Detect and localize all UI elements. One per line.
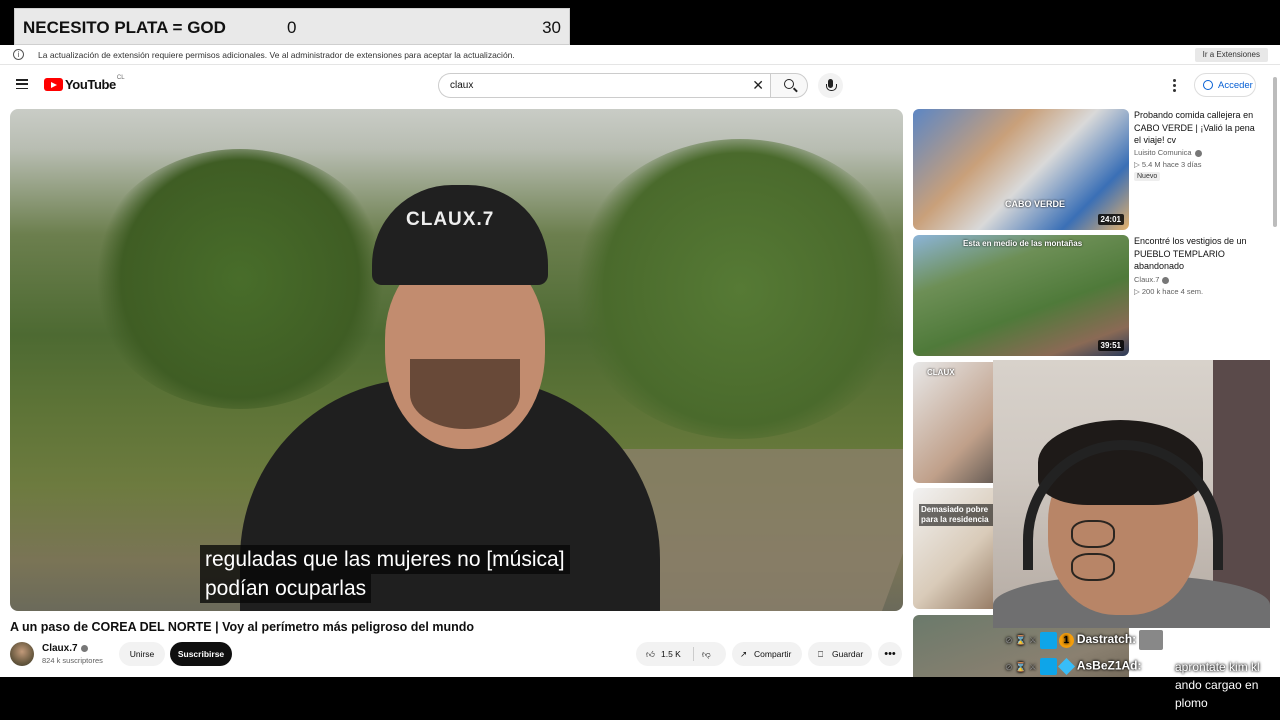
search-input[interactable]: claux ✕ (438, 73, 770, 98)
video-thumbnail[interactable]: Esta en medio de las montañas 39:51 (913, 235, 1129, 356)
scene-tree (90, 149, 390, 409)
chat-message: ⊘ ⌛ ⚔ AsBeZ1Ad: (1005, 658, 1142, 675)
chat-username: AsBeZ1Ad: (1076, 658, 1142, 673)
caption-line: reguladas que las mujeres no [música] (200, 545, 570, 574)
recommendation-title[interactable]: Probando comida callejera en CABO VERDE … (1134, 109, 1264, 147)
like-icon[interactable]: 👍︎ (646, 642, 655, 666)
settings-menu-icon[interactable] (1173, 79, 1176, 94)
recommendation-title[interactable]: Encontré los vestigios de un PUEBLO TEMP… (1134, 235, 1264, 273)
thumbnail-text: CLAUX (927, 368, 955, 377)
search-icon (784, 79, 794, 89)
youtube-header: YouTube CL claux ✕ Acceder (0, 65, 1280, 107)
recommendation-channel[interactable]: Claux.7 (1134, 275, 1170, 284)
account-icon (1203, 80, 1213, 90)
share-label: Compartir (754, 649, 792, 659)
tier-badge-icon: 1 (1058, 632, 1074, 648)
join-button[interactable]: Unirse (119, 642, 165, 666)
save-button[interactable]: ⎕ Guardar (808, 642, 872, 666)
recommendation-meta: ▷ 5.4 M hace 3 días (1134, 160, 1202, 169)
cap-logo-text: CLAUX.7 (406, 209, 495, 230)
video-player[interactable]: CLAUX.7 reguladas que las mujeres no [mú… (10, 109, 903, 611)
share-button[interactable]: ↗ Compartir (732, 642, 802, 666)
sword-badge-icon (1039, 658, 1057, 675)
streamer-webcam (993, 360, 1270, 628)
sword-badge-icon (1039, 631, 1057, 649)
logo-text: YouTube (65, 77, 116, 92)
youtube-logo[interactable]: YouTube CL (44, 74, 125, 92)
verified-icon (80, 644, 88, 652)
clear-search-icon[interactable]: ✕ (752, 77, 764, 94)
signin-button[interactable]: Acceder (1194, 73, 1256, 97)
streamer-glasses (1071, 520, 1181, 581)
video-title: A un paso de COREA DEL NORTE | Voy al pe… (10, 620, 474, 634)
goal-counter: NECESITO PLATA = GOD 0 30 (14, 8, 570, 45)
goal-current: 0 (287, 18, 297, 37)
subscriber-count: 824 k suscriptores (42, 656, 103, 665)
voice-search-icon[interactable] (818, 73, 843, 98)
scene-tree (570, 139, 903, 439)
signin-label: Acceder (1218, 80, 1253, 91)
goal-title: NECESITO PLATA = GOD (23, 18, 226, 37)
recommendation-channel-text[interactable]: Luisito Comunica (1134, 148, 1192, 157)
hamburger-menu-icon[interactable] (16, 79, 28, 90)
mod-badge-icons: ⊘ ⌛ ⚔ (1005, 661, 1037, 672)
thumbnail-text: Esta en medio de las montañas (963, 239, 1083, 248)
recommendation-meta: ▷ 200 k hace 4 sem. (1134, 287, 1204, 296)
go-to-extensions-button[interactable]: Ir a Extensiones (1194, 48, 1268, 62)
search-button[interactable] (770, 73, 808, 98)
recommendation-item[interactable]: 24:01 CABO VERDE Probando comida calleje… (913, 109, 1273, 234)
share-icon: ↗ (740, 649, 748, 659)
more-actions-button[interactable]: ••• (878, 642, 902, 666)
recommendation-item[interactable]: Esta en medio de las montañas 39:51 Enco… (913, 235, 1273, 360)
presenter-beard (410, 359, 520, 429)
duration-badge: 24:01 (1097, 214, 1124, 225)
caption-line: podían ocuparlas (200, 574, 372, 603)
extension-notice-bar: i La actualización de extensión requiere… (0, 45, 1280, 65)
video-captions: reguladas que las mujeres no [música] po… (200, 545, 570, 603)
search-query: claux (450, 80, 474, 91)
channel-avatar[interactable] (10, 642, 34, 666)
thumbnail-text: Demasiado pobre para la residencia (919, 504, 995, 526)
recommendation-channel[interactable]: Luisito Comunica (1134, 148, 1202, 157)
subscribe-button[interactable]: Suscribirse (170, 642, 232, 666)
duration-badge: 39:51 (1097, 340, 1124, 351)
info-icon: i (13, 49, 24, 60)
chat-message: ⊘ ⌛ ⚔ 1 Dastratch: (1005, 630, 1164, 650)
chat-message-text: aprontate kim kl ando cargao en plomo (1175, 660, 1260, 710)
divider (693, 647, 694, 661)
like-dislike-group: 👍︎ 1.5 K 👎︎ (636, 642, 726, 666)
presenter-cap (372, 185, 548, 285)
video-thumbnail[interactable]: 24:01 CABO VERDE (913, 109, 1129, 230)
cube-badge-icon (1057, 658, 1075, 675)
channel-name[interactable]: Claux.7 (42, 643, 88, 654)
like-count[interactable]: 1.5 K (661, 642, 681, 666)
youtube-play-icon (44, 78, 63, 91)
bookmark-icon: ⎕ (818, 649, 824, 659)
new-badge: Nuevo (1134, 172, 1161, 181)
thumbnail-text: CABO VERDE (1005, 199, 1066, 209)
verified-icon (1162, 276, 1170, 284)
page-scrollbar[interactable] (1273, 77, 1277, 227)
country-code: CL (116, 74, 125, 81)
verified-icon (1194, 149, 1202, 157)
dislike-icon[interactable]: 👎︎ (702, 642, 711, 666)
recommendation-channel-text[interactable]: Claux.7 (1134, 275, 1159, 284)
goal-target: 30 (542, 18, 561, 37)
stream-chat: ⊘ ⌛ ⚔ 1 Dastratch: ⊘ ⌛ ⚔ AsBeZ1Ad: aprontat… (995, 628, 1275, 720)
notice-text: La actualización de extensión requiere p… (38, 50, 515, 60)
channel-name-text[interactable]: Claux.7 (42, 643, 78, 654)
chat-emote-icon (1139, 630, 1164, 650)
save-label: Guardar (832, 649, 864, 659)
chat-username: Dastratch: (1076, 632, 1137, 647)
mod-badge-icons: ⊘ ⌛ ⚔ (1005, 635, 1037, 646)
